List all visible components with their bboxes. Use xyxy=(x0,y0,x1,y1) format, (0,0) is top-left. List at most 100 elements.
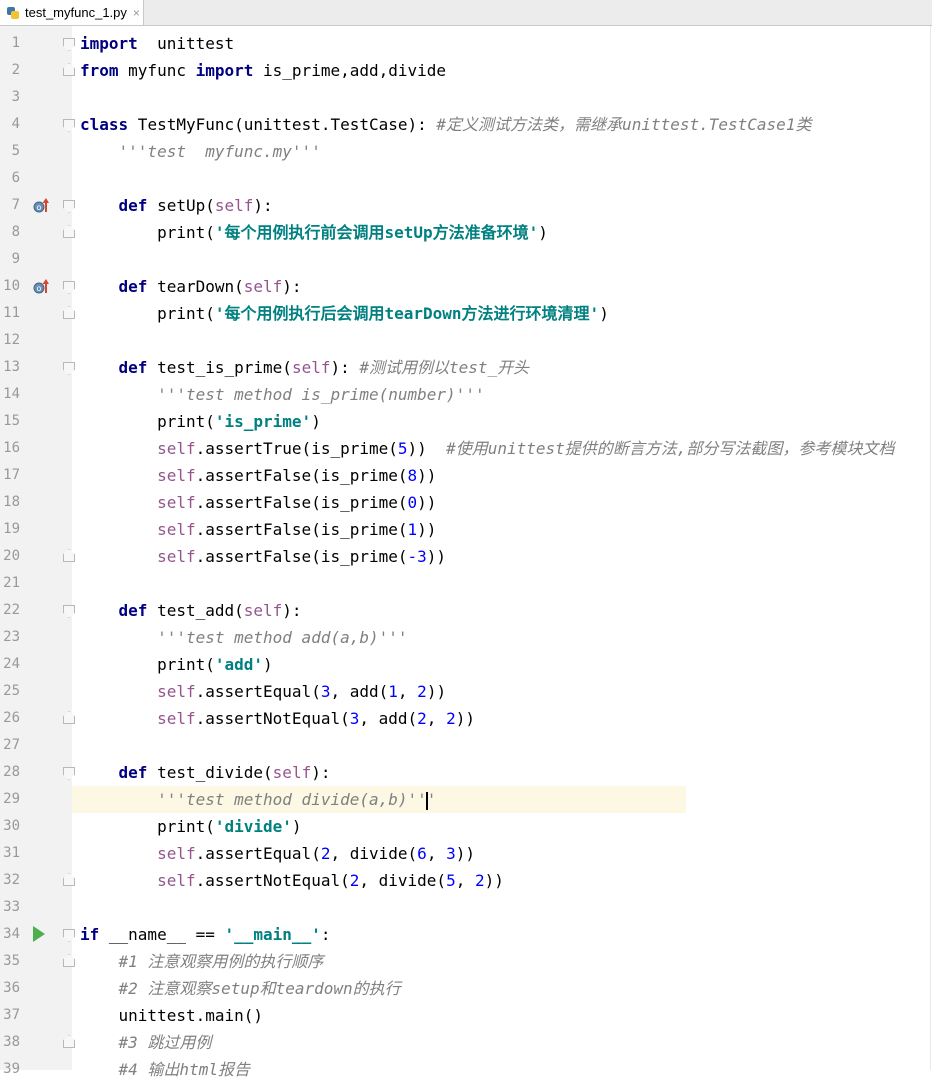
line-number[interactable]: 25 xyxy=(0,678,20,705)
fold-collapse-icon[interactable] xyxy=(63,605,75,618)
fold-collapse-icon[interactable] xyxy=(63,929,75,942)
line-number[interactable]: 11 xyxy=(0,300,20,327)
line-number[interactable]: 9 xyxy=(0,246,20,273)
code-line[interactable]: 37 unittest.main() xyxy=(0,1002,932,1029)
line-number[interactable]: 23 xyxy=(0,624,20,651)
line-number[interactable]: 29 xyxy=(0,786,20,813)
line-number[interactable]: 21 xyxy=(0,570,20,597)
code-editor[interactable]: 1 import unittest 2 from myfunc import is_p… xyxy=(0,26,932,1079)
fold-collapse-icon[interactable] xyxy=(63,200,75,213)
code-line[interactable]: 23 '''test method add(a,b)''' xyxy=(0,624,932,651)
override-method-icon[interactable]: o xyxy=(33,279,49,295)
fold-collapse-icon[interactable] xyxy=(63,767,75,780)
code-line[interactable]: 12 xyxy=(0,327,932,354)
line-number[interactable]: 13 xyxy=(0,354,20,381)
code-line[interactable]: 14 '''test method is_prime(number)''' xyxy=(0,381,932,408)
fold-collapse-icon[interactable] xyxy=(63,119,75,132)
code-line[interactable]: 1 import unittest xyxy=(0,30,932,57)
line-number[interactable]: 2 xyxy=(0,57,20,84)
code-line[interactable]: 31 self.assertEqual(2, divide(6, 3)) xyxy=(0,840,932,867)
override-method-icon[interactable]: o xyxy=(33,198,49,214)
code-line[interactable]: 5 '''test myfunc.my''' xyxy=(0,138,932,165)
line-number[interactable]: 38 xyxy=(0,1029,20,1056)
line-number[interactable]: 16 xyxy=(0,435,20,462)
fold-collapse-icon[interactable] xyxy=(63,38,75,51)
code-line[interactable]: 33 xyxy=(0,894,932,921)
code-line[interactable]: 4 class TestMyFunc(unittest.TestCase): #定… xyxy=(0,111,932,138)
code-line[interactable]: 3 xyxy=(0,84,932,111)
fold-end-icon[interactable] xyxy=(63,63,75,76)
code-line[interactable]: 29 '''test method divide(a,b)''' xyxy=(72,786,686,813)
code-line[interactable]: 16 self.assertTrue(is_prime(5)) #使用unitt… xyxy=(0,435,932,462)
code-line[interactable]: 7 o def setUp(self): xyxy=(0,192,932,219)
fold-end-icon[interactable] xyxy=(63,306,75,319)
code-line[interactable]: 27 xyxy=(0,732,932,759)
line-number[interactable]: 30 xyxy=(0,813,20,840)
line-number[interactable]: 22 xyxy=(0,597,20,624)
line-number[interactable]: 28 xyxy=(0,759,20,786)
code-line[interactable]: 17 self.assertFalse(is_prime(8)) xyxy=(0,462,932,489)
code-line[interactable]: 25 self.assertEqual(3, add(1, 2)) xyxy=(0,678,932,705)
line-number[interactable]: 26 xyxy=(0,705,20,732)
line-number[interactable]: 6 xyxy=(0,165,20,192)
line-number[interactable]: 10 xyxy=(0,273,20,300)
code-line[interactable]: 34 if __name__ == '__main__': xyxy=(0,921,932,948)
line-number[interactable]: 12 xyxy=(0,327,20,354)
fold-collapse-icon[interactable] xyxy=(63,281,75,294)
code-line[interactable]: 24 print('add') xyxy=(0,651,932,678)
code-line[interactable]: 21 xyxy=(0,570,932,597)
fold-end-icon[interactable] xyxy=(63,549,75,562)
line-number[interactable]: 20 xyxy=(0,543,20,570)
code-line[interactable]: 35 #1 注意观察用例的执行顺序 xyxy=(0,948,932,975)
fold-end-icon[interactable] xyxy=(63,954,75,967)
line-number[interactable]: 1 xyxy=(0,30,20,57)
line-number[interactable]: 5 xyxy=(0,138,20,165)
fold-collapse-icon[interactable] xyxy=(63,362,75,375)
run-icon[interactable] xyxy=(33,926,45,942)
line-number[interactable]: 24 xyxy=(0,651,20,678)
line-number[interactable]: 19 xyxy=(0,516,20,543)
close-icon[interactable]: × xyxy=(133,6,140,20)
fold-end-icon[interactable] xyxy=(63,1035,75,1048)
line-number[interactable]: 27 xyxy=(0,732,20,759)
line-number[interactable]: 4 xyxy=(0,111,20,138)
code-line[interactable]: 26 self.assertNotEqual(3, add(2, 2)) xyxy=(0,705,932,732)
line-number[interactable]: 17 xyxy=(0,462,20,489)
line-number[interactable]: 35 xyxy=(0,948,20,975)
code-line[interactable]: 10 o def tearDown(self): xyxy=(0,273,932,300)
code-line[interactable]: 13 def test_is_prime(self): #测试用例以test_开… xyxy=(0,354,932,381)
line-number[interactable]: 8 xyxy=(0,219,20,246)
code-line[interactable]: 36 #2 注意观察setup和teardown的执行 xyxy=(0,975,932,1002)
line-number[interactable]: 18 xyxy=(0,489,20,516)
code-line[interactable]: 9 xyxy=(0,246,932,273)
line-number[interactable]: 31 xyxy=(0,840,20,867)
line-number[interactable]: 14 xyxy=(0,381,20,408)
line-number[interactable]: 37 xyxy=(0,1002,20,1029)
code-line[interactable]: 18 self.assertFalse(is_prime(0)) xyxy=(0,489,932,516)
code-line[interactable]: 19 self.assertFalse(is_prime(1)) xyxy=(0,516,932,543)
code-line[interactable]: 11 print('每个用例执行后会调用tearDown方法进行环境清理') xyxy=(0,300,932,327)
tab-test-myfunc[interactable]: test_myfunc_1.py × xyxy=(0,0,144,25)
code-line[interactable]: 2 from myfunc import is_prime,add,divide xyxy=(0,57,932,84)
fold-end-icon[interactable] xyxy=(63,225,75,238)
line-number[interactable]: 33 xyxy=(0,894,20,921)
code-text: '''test method add(a,b)''' xyxy=(157,628,408,647)
line-number[interactable]: 34 xyxy=(0,921,20,948)
fold-end-icon[interactable] xyxy=(63,711,75,724)
code-line[interactable]: 38 #3 跳过用例 xyxy=(0,1029,932,1056)
code-line[interactable]: 32 self.assertNotEqual(2, divide(5, 2)) xyxy=(0,867,932,894)
line-number[interactable]: 7 xyxy=(0,192,20,219)
line-number[interactable]: 15 xyxy=(0,408,20,435)
code-line[interactable]: 15 print('is_prime') xyxy=(0,408,932,435)
line-number[interactable]: 32 xyxy=(0,867,20,894)
code-line[interactable]: 20 self.assertFalse(is_prime(-3)) xyxy=(0,543,932,570)
code-line[interactable]: 6 xyxy=(0,165,932,192)
code-line[interactable]: 22 def test_add(self): xyxy=(0,597,932,624)
code-line[interactable]: 28 def test_divide(self): xyxy=(0,759,932,786)
code-line[interactable]: 30 print('divide') xyxy=(0,813,932,840)
code-text: '''test method is_prime(number)''' xyxy=(157,385,485,404)
line-number[interactable]: 36 xyxy=(0,975,20,1002)
code-line[interactable]: 8 print('每个用例执行前会调用setUp方法准备环境') xyxy=(0,219,932,246)
fold-end-icon[interactable] xyxy=(63,873,75,886)
line-number[interactable]: 3 xyxy=(0,84,20,111)
